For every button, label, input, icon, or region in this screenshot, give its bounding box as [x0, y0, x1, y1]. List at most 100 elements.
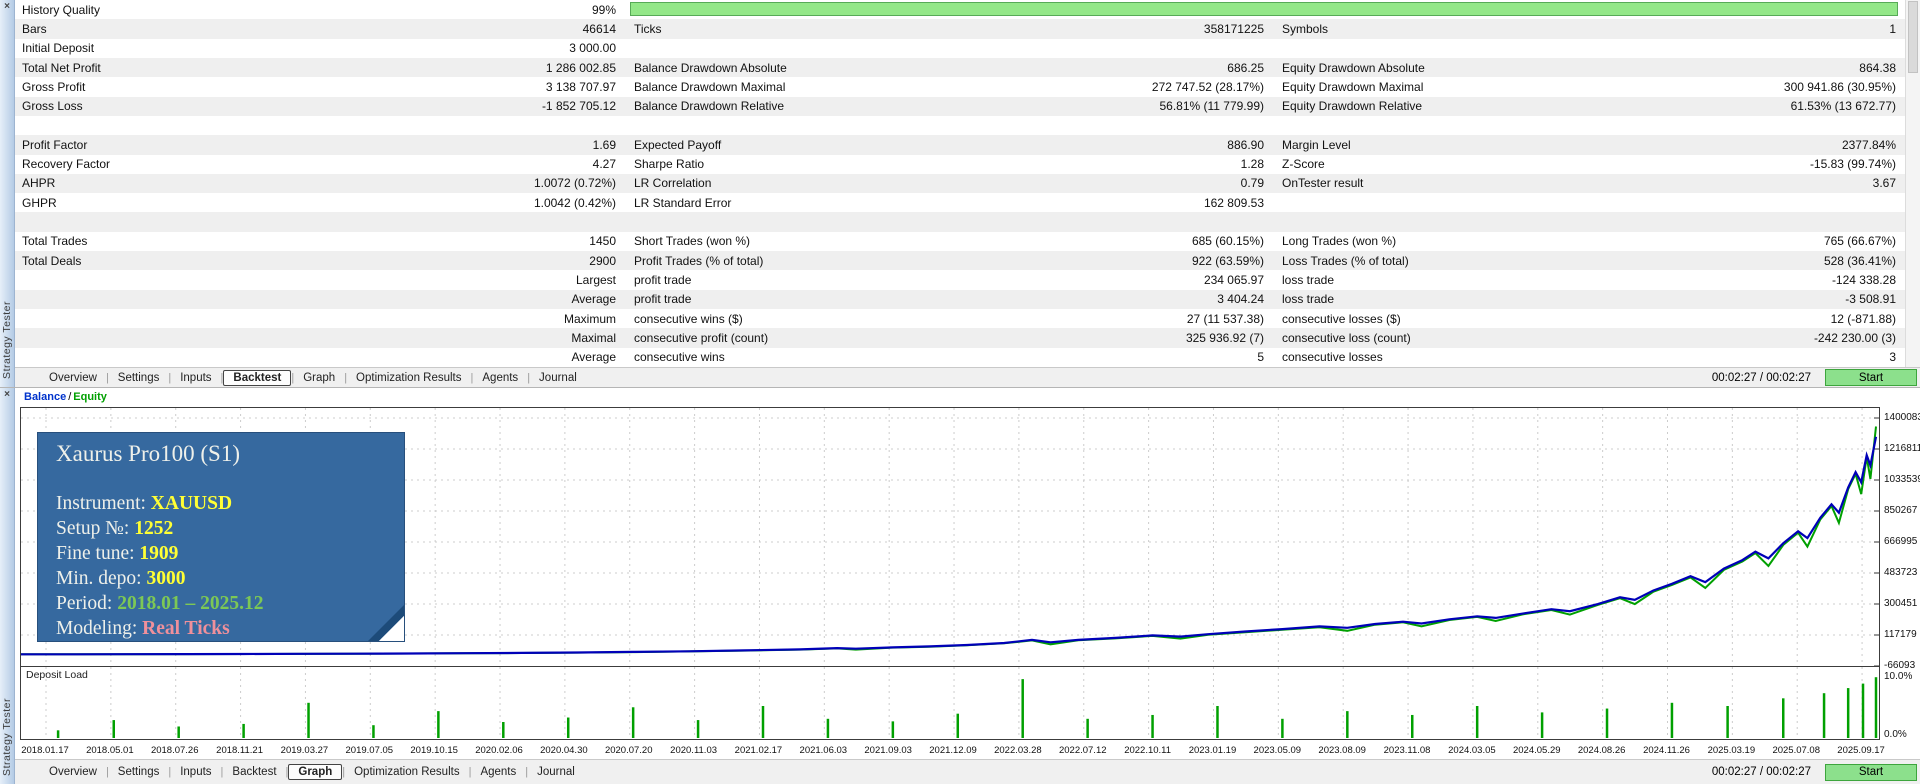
stat-label: AHPR: [22, 176, 56, 191]
table-row: Total Deals 2900 Profit Trades (% of total…: [14, 251, 1906, 271]
table-scrollbar[interactable]: [1905, 0, 1920, 367]
info-line-label: Fine tune:: [56, 543, 140, 564]
stat-label: consecutive wins ($): [634, 311, 743, 326]
stat-value: 685 (60.15%): [1191, 234, 1264, 249]
tab-optimization-results[interactable]: Optimization Results: [347, 371, 470, 385]
stat-label: Total Deals: [22, 253, 82, 268]
close-icon[interactable]: ×: [0, 1, 14, 13]
stat-label: consecutive losses ($): [1282, 311, 1401, 326]
stat-label: consecutive profit (count): [634, 330, 769, 345]
stat-label: LR Correlation: [634, 176, 712, 191]
balance-chart[interactable]: Xaurus Pro100 (S1) Instrument: XAUUSD Set…: [20, 407, 1880, 667]
stat-value: 1.0042 (0.42%): [533, 195, 616, 210]
tab-settings[interactable]: Settings: [109, 765, 169, 779]
tab-inputs[interactable]: Inputs: [171, 371, 220, 385]
tab-inputs[interactable]: Inputs: [171, 765, 220, 779]
x-tick-label: 2020.11.03: [670, 745, 718, 756]
stat-label: Gross Profit: [22, 79, 86, 94]
scrollbar-thumb[interactable]: [1908, 1, 1918, 73]
x-tick-label: 2023.08.09: [1318, 745, 1366, 756]
legend-equity: Equity: [73, 391, 107, 403]
tab-overview[interactable]: Overview: [40, 765, 106, 779]
tab-agents[interactable]: Agents: [473, 371, 527, 385]
y-tick-label: 117179: [1884, 629, 1917, 640]
stat-label: consecutive wins: [634, 350, 725, 365]
info-line-label: Instrument:: [56, 493, 151, 514]
info-line: Period: 2018.01 – 2025.12: [56, 591, 404, 616]
tab-optimization-results[interactable]: Optimization Results: [345, 765, 468, 779]
tab-settings[interactable]: Settings: [109, 371, 169, 385]
tab-backtest[interactable]: Backtest: [223, 369, 292, 386]
x-tick-label: 2024.11.26: [1643, 745, 1690, 756]
x-tick-label: 2021.12.09: [929, 745, 977, 756]
x-tick-label: 2025.07.08: [1772, 745, 1820, 756]
stat-value: Average: [571, 350, 616, 365]
stat-label: Loss Trades (% of total): [1282, 253, 1409, 268]
chart-legend: Balance / Equity: [24, 391, 107, 403]
y-tick-label: 666995: [1884, 536, 1918, 547]
info-line-value: XAUUSD: [150, 493, 233, 514]
table-row-blank: [14, 116, 1906, 135]
table-row: Maximum consecutive wins ($) 27 (11 537.38…: [14, 309, 1906, 328]
tab-graph[interactable]: Graph: [294, 371, 344, 385]
info-line-value: Real Ticks: [142, 618, 230, 639]
tab-overview[interactable]: Overview: [40, 371, 106, 385]
tab-backtest[interactable]: Backtest: [223, 765, 285, 779]
stat-value: 46614: [582, 21, 616, 36]
tab-agents[interactable]: Agents: [471, 765, 525, 779]
y-tick-label: 1033539: [1884, 474, 1920, 485]
graph-panel: × Strategy Tester Balance / Equity Xaurus …: [0, 388, 1920, 784]
deposit-min-label: 0.0%: [1884, 729, 1907, 740]
dock-strip: × Strategy Tester: [0, 388, 15, 784]
start-button[interactable]: Start: [1825, 369, 1917, 386]
stat-value: 1450: [589, 234, 616, 249]
stat-value: 1 286 002.85: [545, 60, 616, 75]
stat-label: Symbols: [1282, 21, 1329, 36]
stat-value: 1.28: [1240, 157, 1264, 172]
stat-value: 300 941.86 (30.95%): [1783, 79, 1896, 94]
x-tick-label: 2019.10.15: [410, 745, 458, 756]
x-tick-label: 2018.07.26: [150, 745, 199, 756]
x-tick-label: 2021.02.17: [734, 745, 783, 756]
table-row: History Quality 99%: [14, 0, 1906, 19]
stat-value: 27 (11 537.38): [1186, 311, 1264, 326]
dock-strip: × Strategy Tester: [0, 0, 15, 387]
x-tick-label: 2020.07.20: [604, 745, 653, 756]
panel-title-vertical: Strategy Tester: [1, 698, 13, 776]
stat-value: 3.67: [1872, 176, 1896, 191]
info-line-value: 2018.01 – 2025.12: [117, 593, 264, 614]
info-line-label: Modeling:: [56, 618, 143, 639]
stat-value: Maximum: [563, 311, 616, 326]
legend-separator: /: [68, 391, 72, 403]
strategy-info-box: Xaurus Pro100 (S1) Instrument: XAUUSD Set…: [37, 432, 405, 642]
stat-label: Short Trades (won %): [634, 234, 751, 249]
start-button[interactable]: Start: [1825, 763, 1917, 781]
tab-graph[interactable]: Graph: [288, 764, 343, 780]
stat-value: -242 230.00 (3): [1813, 330, 1896, 345]
stat-value: 1.0072 (0.72%): [533, 176, 616, 191]
deposit-load-svg: [45, 667, 1878, 739]
stat-label: Profit Trades (% of total): [634, 253, 764, 268]
info-line: Instrument: XAUUSD: [56, 491, 404, 516]
stat-label: Total Net Profit: [22, 60, 101, 75]
stat-value: 358171225: [1203, 21, 1264, 36]
table-row: Total Net Profit 1 286 002.85 Balance Draw…: [14, 57, 1906, 78]
deposit-load-chart[interactable]: Deposit Load: [20, 667, 1880, 740]
stat-label: Balance Drawdown Absolute: [634, 60, 787, 75]
close-icon[interactable]: ×: [0, 389, 14, 401]
stat-label: Long Trades (won %): [1282, 234, 1397, 249]
stat-label: Equity Drawdown Maximal: [1282, 79, 1424, 94]
stat-label: profit trade: [634, 273, 692, 288]
x-tick-label: 2022.03.28: [994, 745, 1042, 756]
stat-label: History Quality: [22, 2, 101, 17]
stat-label: Bars: [22, 21, 47, 36]
stat-value: 12 (-871.88): [1830, 311, 1896, 326]
tab-journal[interactable]: Journal: [530, 371, 586, 385]
stat-label: consecutive loss (count): [1282, 330, 1411, 345]
stat-label: Recovery Factor: [22, 157, 111, 172]
table-row: GHPR 1.0042 (0.42%) LR Standard Error 162 8…: [14, 193, 1906, 212]
stat-label: LR Standard Error: [634, 195, 732, 210]
x-tick-label: 2020.02.06: [475, 745, 523, 756]
tab-journal[interactable]: Journal: [528, 765, 584, 779]
info-line: Setup №: 1252: [56, 516, 404, 541]
